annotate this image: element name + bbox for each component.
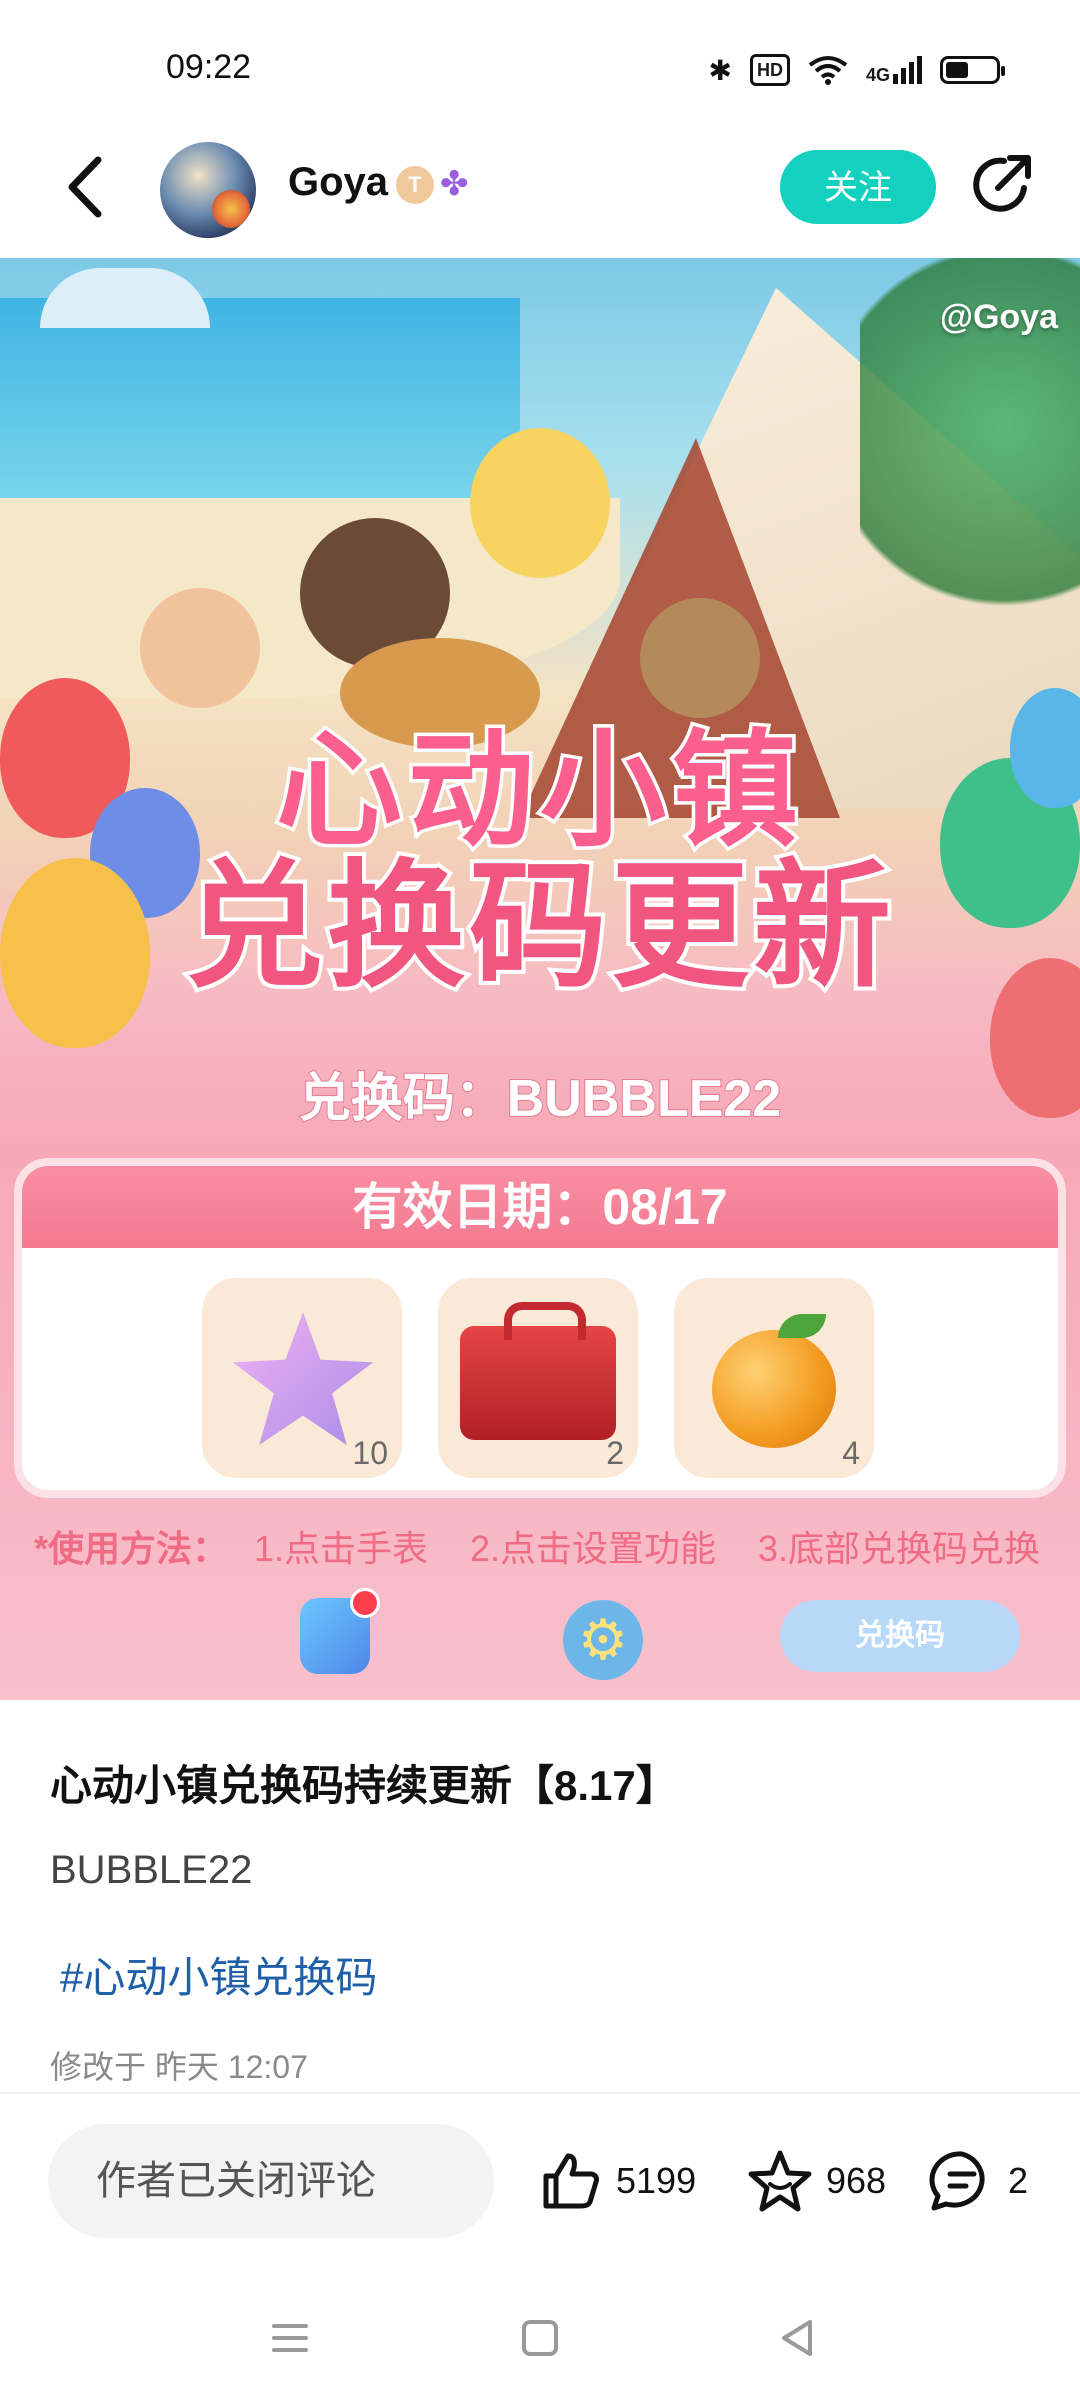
star-outline-icon [748,2150,812,2212]
pinwheel-badge-icon: ✤ [440,165,469,203]
post-title: 心动小镇兑换码持续更新【8.17】 [50,1762,678,1809]
redeem-code-button-illustration: 兑换码 [780,1600,1020,1672]
umbrella-illustration [40,268,210,328]
bluetooth-icon: ✱ [708,54,732,86]
reward-card: 有效日期：08/17 10 2 4 [14,1158,1066,1498]
reward-slot: 4 [674,1278,874,1478]
wifi-icon [808,56,848,85]
follow-button[interactable]: 关注 [780,150,936,224]
usage-step: 2.点击设置功能 [470,1528,717,1569]
menu-icon[interactable] [260,2308,320,2368]
usage-step: 1.点击手表 [254,1528,429,1569]
star-icon [232,1312,374,1445]
avatar[interactable] [160,142,256,238]
usage-instructions: *使用方法： 1.点击手表 2.点击设置功能 3.底部兑换码兑换 [0,1520,1080,1580]
reward-slot: 2 [438,1278,638,1478]
gear-icon: ⚙ [563,1600,643,1680]
reward-quantity: 4 [842,1435,860,1471]
watermark: @Goya [939,298,1058,336]
banner-title-line1: 心动小镇 [273,720,804,861]
reward-quantity: 10 [352,1435,388,1471]
character-illustration [470,428,610,578]
thumbs-up-icon [543,2153,599,2209]
reward-slot: 10 [202,1278,402,1478]
banner-code: 兑换码：BUBBLE22 [298,1069,783,1129]
comment-count: 2 [1008,2160,1029,2201]
leaf-icon [778,1314,826,1338]
cellular-signal-icon: 4G [866,56,922,84]
usage-label: *使用方法： [34,1528,229,1569]
validity-date: 有效日期：08/17 [22,1166,1058,1248]
favorite-button[interactable]: 968 [746,2146,886,2216]
modified-time: 修改于 昨天 12:07 [50,2049,308,2085]
level-badge-icon: T [396,166,434,204]
user-name[interactable]: Goya [288,160,388,205]
home-icon[interactable] [510,2308,570,2368]
usage-step: 3.底部兑换码兑换 [758,1528,1041,1569]
post-text: BUBBLE22 [50,1848,253,1892]
sea-illustration [0,298,520,518]
hd-icon: HD [749,54,790,86]
favorite-count: 968 [826,2160,887,2201]
banner-title-line2: 兑换码更新 [181,850,895,1004]
status-time: 09:22 [166,48,252,86]
chevron-left-icon[interactable] [60,152,110,222]
back-triangle-icon[interactable] [768,2308,828,2368]
hashtag-link[interactable]: #心动小镇兑换码 [60,1944,377,2005]
comment-input-disabled[interactable]: 作者已关闭评论 [48,2124,494,2238]
like-count: 5199 [616,2160,697,2201]
like-button[interactable]: 5199 [538,2146,696,2216]
character-illustration [140,588,260,708]
chat-bubble-icon [929,2151,985,2211]
orange-icon [712,1330,836,1448]
watch-icon [300,1588,380,1674]
share-icon[interactable] [970,152,1036,218]
reward-quantity: 2 [606,1435,624,1471]
status-icons: ✱ HD 4G [708,50,1005,90]
toolbox-icon [460,1302,616,1440]
battery-icon [940,56,1005,84]
character-illustration [640,598,760,718]
comments-button[interactable]: 2 [928,2146,1028,2216]
divider [0,2092,1080,2094]
post-banner-image[interactable]: @Goya 心动小镇 兑换码更新 兑换码：BUBBLE22 有效日期：08/17… [0,258,1080,1700]
